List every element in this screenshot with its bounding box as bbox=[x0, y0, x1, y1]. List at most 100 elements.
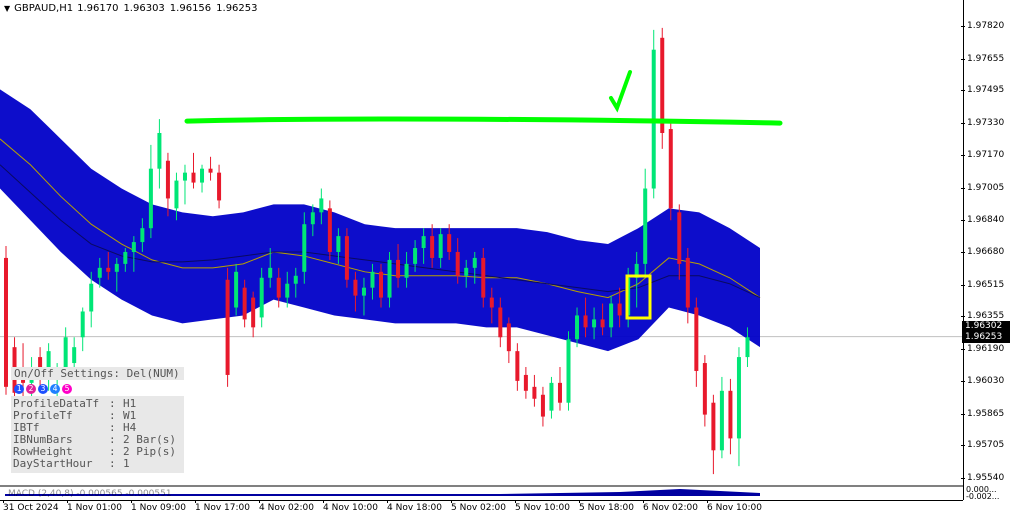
candle-body bbox=[711, 402, 716, 451]
macd-subwindow-label: MACD (2,40,8) -0.000565 -0.000551 bbox=[8, 489, 172, 499]
candle-body bbox=[472, 257, 477, 268]
candle-body bbox=[515, 351, 520, 381]
price-tick: 1.96355 bbox=[960, 311, 1005, 322]
candle-body bbox=[498, 307, 503, 338]
profile-button-3[interactable]: 3 bbox=[38, 384, 48, 394]
candle-body bbox=[191, 172, 196, 183]
candle-body bbox=[234, 271, 239, 308]
high-value: 1.96303 bbox=[123, 3, 165, 14]
candle-body bbox=[379, 271, 383, 298]
time-tick: 6 Nov 02:00 bbox=[643, 500, 698, 513]
time-tick: 4 Nov 18:00 bbox=[387, 500, 442, 513]
profile-buttons: 12345 bbox=[14, 384, 184, 394]
price-tick: 1.96030 bbox=[960, 375, 1005, 386]
candle-body bbox=[592, 319, 597, 328]
profile-button-5[interactable]: 5 bbox=[62, 384, 72, 394]
candle-body bbox=[370, 271, 375, 288]
candle-body bbox=[540, 394, 545, 417]
candle-body bbox=[157, 132, 162, 169]
candle-body bbox=[106, 267, 111, 272]
candle-body bbox=[609, 303, 614, 328]
price-tick: 1.97495 bbox=[960, 85, 1005, 96]
time-tick: 4 Nov 02:00 bbox=[259, 500, 314, 513]
candle-body bbox=[361, 287, 366, 296]
setting-row: DayStartHour:1 bbox=[13, 458, 181, 470]
close-value: 1.96253 bbox=[216, 3, 258, 14]
time-tick: 1 Nov 09:00 bbox=[131, 500, 186, 513]
setting-value: 2 Pip(s) bbox=[123, 445, 176, 458]
candle-body bbox=[523, 374, 528, 391]
time-tick: 4 Nov 10:00 bbox=[323, 500, 378, 513]
candle-body bbox=[600, 319, 605, 328]
candle-body bbox=[583, 315, 588, 328]
chart-window[interactable]: ▼ GBPAUD,H1 1.96170 1.96303 1.96156 1.96… bbox=[0, 0, 1012, 521]
candle-body bbox=[506, 323, 511, 352]
candle-body bbox=[251, 297, 256, 328]
candle-body bbox=[310, 212, 315, 225]
candle-body bbox=[285, 283, 290, 298]
checkmark-annotation bbox=[609, 70, 632, 113]
candle-body bbox=[702, 363, 707, 415]
price-tick: 1.96680 bbox=[960, 246, 1005, 257]
profile-button-1[interactable]: 1 bbox=[14, 384, 24, 394]
candle-body bbox=[464, 267, 469, 276]
candle-body bbox=[242, 287, 247, 320]
candle-body bbox=[549, 382, 554, 411]
candle-body bbox=[455, 251, 460, 276]
setting-separator: : bbox=[109, 457, 116, 470]
candle-body bbox=[396, 259, 401, 278]
time-scale[interactable]: 31 Oct 2024 1 Nov 01:00 1 Nov 09:00 1 Nov 1… bbox=[0, 500, 963, 522]
candle-body bbox=[413, 248, 418, 264]
price-scale[interactable]: 1.97820 1.97655 1.97495 1.97330 1.97170 1.970… bbox=[960, 0, 1012, 500]
price-tick: 1.96190 bbox=[960, 344, 1005, 355]
candle-body bbox=[489, 297, 494, 308]
candle-body bbox=[89, 283, 94, 312]
profile-button-2[interactable]: 2 bbox=[26, 384, 36, 394]
candle-body bbox=[575, 315, 580, 340]
candle-body bbox=[293, 275, 298, 284]
candle-body bbox=[685, 257, 690, 308]
time-tick: 31 Oct 2024 bbox=[3, 500, 59, 513]
candle-body bbox=[63, 337, 68, 371]
profile-button-4[interactable]: 4 bbox=[50, 384, 60, 394]
candle-body bbox=[200, 168, 205, 183]
price-tick: 1.96840 bbox=[960, 215, 1005, 226]
candle-body bbox=[165, 160, 170, 199]
candle-body bbox=[557, 382, 562, 403]
candle-body bbox=[404, 263, 409, 278]
candle-body bbox=[430, 236, 435, 258]
candle-body bbox=[668, 129, 673, 209]
settings-toggle[interactable]: On/Off Settings: Del(NUM) bbox=[11, 367, 184, 380]
candle-body bbox=[719, 390, 724, 451]
price-tick: 1.97330 bbox=[960, 118, 1005, 129]
candle-body bbox=[736, 357, 741, 439]
candle-body bbox=[72, 347, 77, 364]
price-tick: 1.97170 bbox=[960, 149, 1005, 160]
symbol-label: GBPAUD,H1 bbox=[14, 3, 74, 14]
candle-body bbox=[694, 307, 699, 371]
time-tick: 1 Nov 01:00 bbox=[67, 500, 122, 513]
time-tick: 1 Nov 17:00 bbox=[195, 500, 250, 513]
drawn-trendline bbox=[184, 116, 783, 126]
candle-body bbox=[438, 234, 443, 258]
current-price-label: 1.96253 bbox=[962, 331, 1010, 343]
price-tick: 1.97655 bbox=[960, 53, 1005, 64]
volume-profile-panel: On/Off Settings: Del(NUM) 12345 ProfileD… bbox=[11, 367, 184, 473]
setting-key: DayStartHour bbox=[13, 457, 93, 470]
candle-body bbox=[353, 279, 358, 296]
candle-body bbox=[481, 257, 486, 298]
candle-body bbox=[268, 267, 273, 278]
candle-body bbox=[302, 224, 307, 272]
candle-body bbox=[131, 242, 136, 252]
candle-body bbox=[319, 198, 324, 213]
candle-body bbox=[421, 236, 426, 249]
price-tick: 1.95705 bbox=[960, 440, 1005, 451]
candle-body bbox=[677, 212, 682, 264]
dropdown-triangle-icon[interactable]: ▼ bbox=[4, 4, 10, 13]
time-tick: 5 Nov 10:00 bbox=[515, 500, 570, 513]
candle-body bbox=[4, 257, 8, 387]
candle-body bbox=[617, 303, 622, 316]
candle-body bbox=[148, 168, 153, 229]
price-tick: 1.95865 bbox=[960, 408, 1005, 419]
candle-body bbox=[447, 234, 452, 252]
